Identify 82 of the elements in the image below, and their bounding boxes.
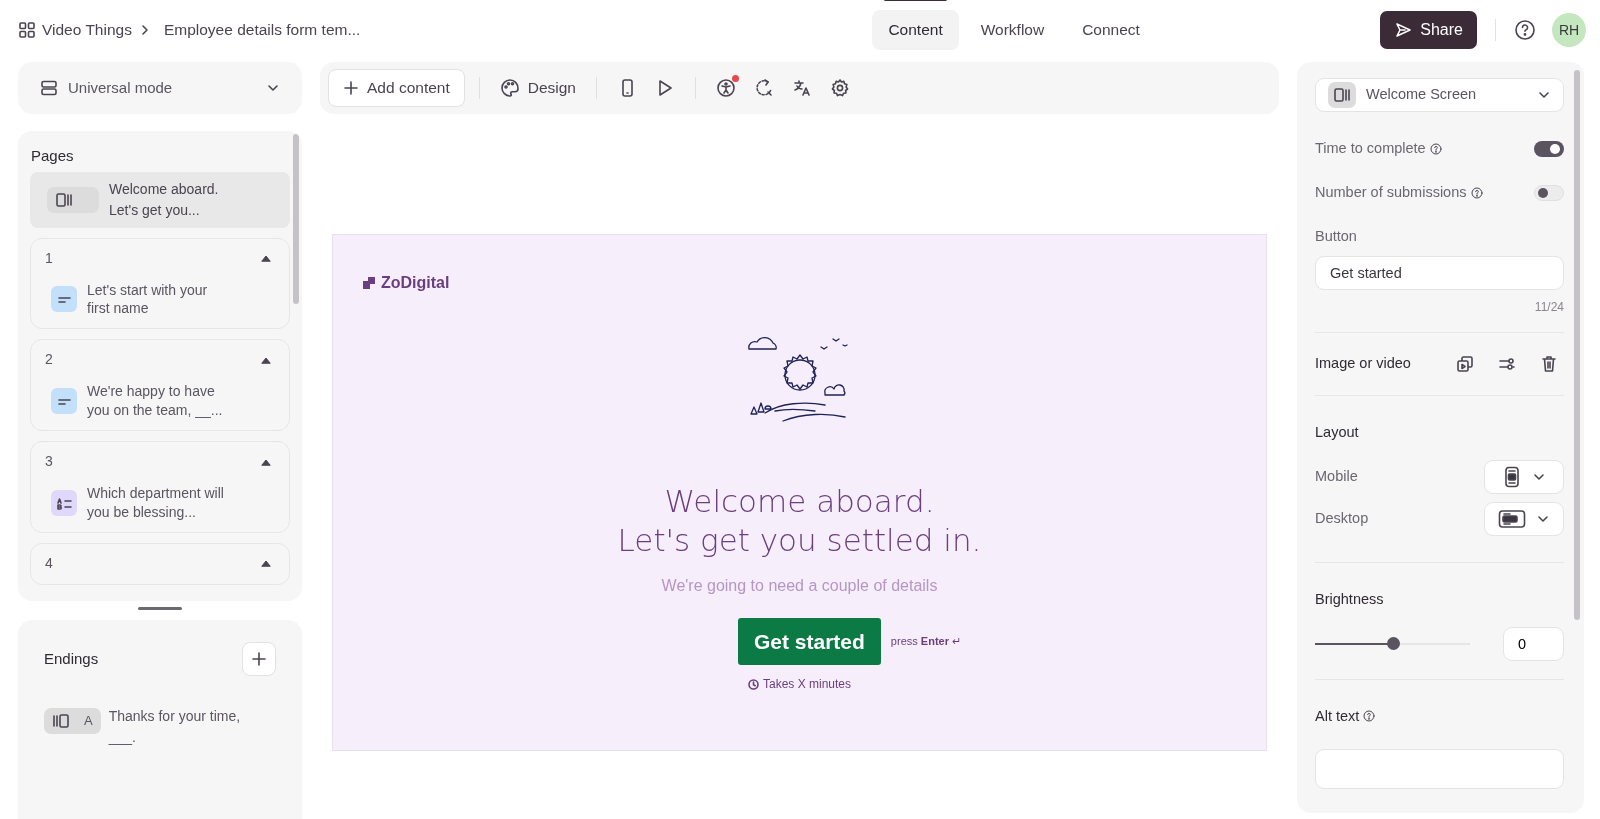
layout-label: Desktop [1315,508,1369,528]
page-item[interactable]: Welcome aboard. Let's get you... [30,171,290,228]
nav-tab[interactable]: Workflow [964,10,1061,50]
accessibility-icon[interactable] [716,78,736,98]
help-icon[interactable] [1429,142,1442,155]
layout-dropdown[interactable] [1484,459,1564,494]
section-label: Image or video [1315,354,1412,374]
welcome-heading: Welcome aboard. Let's get you settled in. [617,482,982,560]
alt-text-field[interactable] [1315,749,1564,790]
nav-tab[interactable]: Content [872,10,959,50]
share-button[interactable]: Share [1380,11,1477,49]
brightness-field[interactable]: 0 [1503,626,1564,661]
ending-badge: A [44,708,101,734]
keyboard-hint: press Enter ↵ [890,634,961,649]
button-text-field[interactable]: Get started [1315,256,1564,291]
slider-thumb[interactable] [1386,636,1400,650]
page-number: 3 [45,452,53,472]
page-number: 2 [45,350,53,370]
panel-title: Pages [30,146,75,166]
caret-up-icon[interactable] [261,254,271,262]
brand-logo: ZoDigital [361,271,450,295]
welcome-screen-icon [1333,87,1351,103]
welcome-subtitle: We're going to need a couple of details [661,575,938,596]
mode-dropdown[interactable]: Universal mode [18,62,302,114]
ending-item[interactable]: A Thanks for your time, ___. [44,706,276,748]
toggle-switch[interactable] [1534,184,1564,201]
phone-layout-icon [1502,465,1522,488]
media-library-icon[interactable] [1456,355,1474,374]
send-icon [1394,21,1413,39]
page-card[interactable]: 2 We're happy to have you on the team, __... [30,339,290,432]
field-label: Button [1315,226,1358,246]
help-icon[interactable] [1470,186,1483,199]
scrollbar[interactable] [293,134,299,304]
help-icon[interactable] [1363,710,1376,723]
help-icon[interactable] [1514,19,1536,41]
clock-icon [747,678,759,690]
grid-icon[interactable] [18,21,36,39]
user-avatar[interactable]: RH [1552,13,1586,47]
plus-icon [343,80,359,96]
settings-icon[interactable] [830,78,850,98]
logo-mark-icon [361,275,377,291]
short-text-icon [51,286,77,313]
character-counter: 11/24 [1533,299,1564,317]
plus-icon [251,651,267,667]
caret-up-icon[interactable] [261,457,271,466]
duration-text: Takes X minutes [762,676,851,693]
stack-icon [40,79,58,97]
scrollbar[interactable] [1574,70,1580,620]
setting-label: Number of submissions [1315,182,1467,202]
section-label: Brightness [1315,589,1385,609]
multiple-choice-icon [51,489,77,516]
screen-type-dropdown[interactable]: Welcome Screen [1315,78,1564,112]
add-ending-button[interactable] [242,642,276,676]
caret-up-icon[interactable] [261,355,271,364]
add-content-button[interactable]: Add content [328,69,465,107]
layout-label: Mobile [1315,466,1358,486]
toggle-switch[interactable] [1534,140,1564,157]
ending-screen-icon [52,713,72,729]
page-card[interactable]: 4 [30,542,290,585]
resize-handle[interactable] [138,607,182,610]
page-card[interactable]: 3 Which department will you be blessing... [30,441,290,533]
welcome-screen-icon [55,191,75,208]
trash-icon[interactable] [1540,355,1558,374]
short-text-icon [51,388,77,415]
section-label: Alt text [1315,706,1360,726]
breadcrumb-link[interactable]: Video Things [42,18,132,42]
panel-title: Endings [44,648,99,669]
design-button[interactable]: Design [493,70,582,106]
page-card[interactable]: 1 Let's start with your first name [30,237,290,330]
form-title: Employee details form tem... [163,20,361,41]
section-label: Layout [1315,423,1360,442]
palette-icon [499,78,520,98]
setting-label: Time to complete [1315,139,1426,158]
caret-up-icon[interactable] [261,559,271,568]
translate-icon[interactable] [792,78,812,98]
desktop-layout-icon [1498,507,1526,530]
nav-tab[interactable]: Connect [1066,10,1156,50]
page-number: 1 [45,248,53,268]
dashed-arrow-circle-icon[interactable] [754,78,774,98]
page-number: 4 [45,553,53,573]
get-started-button[interactable]: Get started [738,617,881,665]
layout-dropdown[interactable] [1484,501,1564,536]
